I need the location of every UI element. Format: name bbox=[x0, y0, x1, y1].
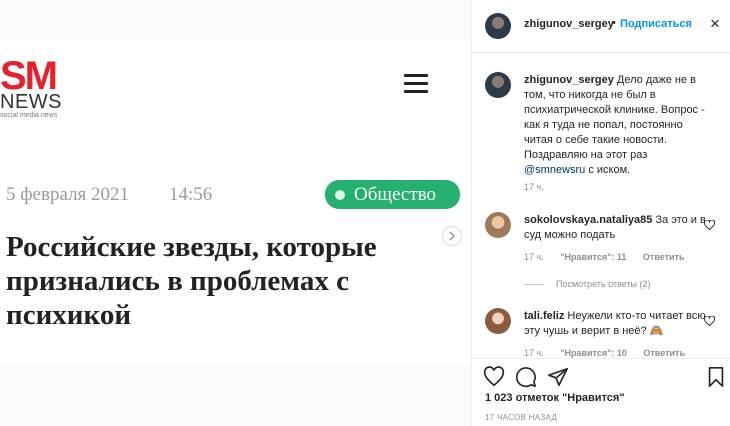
view-replies-label: Посмотреть ответы (2) bbox=[556, 279, 651, 289]
category-badge: Общество bbox=[325, 180, 460, 209]
caption-mention[interactable]: @smnewsru bbox=[524, 164, 585, 176]
post-panel: zhigunov_sergey • Подписаться × zhigunov… bbox=[472, 0, 730, 426]
header-separator: • bbox=[612, 17, 616, 29]
comment-avatar[interactable] bbox=[485, 308, 511, 334]
heart-icon[interactable] bbox=[483, 366, 505, 388]
reply-button[interactable]: Ответить bbox=[643, 348, 685, 358]
category-dot-icon bbox=[335, 189, 345, 200]
author-username[interactable]: zhigunov_sergey bbox=[524, 18, 614, 30]
article-time: 14:56 bbox=[169, 184, 213, 205]
comment-text: tali.feliz Неужели кто-то читает всю эту… bbox=[524, 309, 708, 339]
comment-meta: 17 ч. "Нравится": 11 Ответить bbox=[524, 252, 685, 262]
post-time-ago: 17 ЧАСОВ НАЗАД bbox=[485, 413, 558, 422]
comment-time: 17 ч. bbox=[524, 252, 544, 262]
article-headline: Российские звезды, которые признались в … bbox=[6, 231, 377, 331]
logo-sm-text: SM bbox=[0, 54, 58, 98]
author-avatar[interactable] bbox=[485, 13, 511, 39]
reply-button[interactable]: Ответить bbox=[643, 252, 685, 262]
logo-news-text: NEWS bbox=[0, 91, 62, 113]
comment-icon[interactable] bbox=[515, 366, 537, 388]
caption-avatar[interactable] bbox=[485, 72, 511, 98]
more-options-icon[interactable]: × bbox=[710, 14, 720, 34]
share-icon[interactable] bbox=[547, 366, 569, 388]
image-top-band bbox=[0, 0, 471, 40]
category-label: Общество bbox=[354, 183, 437, 205]
comment-username[interactable]: tali.feliz bbox=[524, 310, 564, 322]
comment-time: 17 ч. bbox=[524, 348, 544, 358]
caption-username[interactable]: zhigunov_sergey bbox=[524, 74, 614, 86]
next-image-button[interactable] bbox=[442, 226, 462, 246]
bookmark-icon[interactable] bbox=[705, 366, 727, 388]
caption-body-end: с иском. bbox=[588, 164, 631, 176]
caption-body: Дело даже не в том, что никогда не был в… bbox=[524, 74, 705, 161]
comment-text: sokolovskaya.nataliya85 За это и в суд м… bbox=[524, 213, 708, 243]
comment-like-icon[interactable] bbox=[704, 316, 715, 326]
post-actions: 1 023 отметок "Нравится" 17 ЧАСОВ НАЗАД bbox=[472, 358, 730, 426]
chevron-right-icon bbox=[449, 231, 456, 241]
post-image: SM NEWS social media news 5 февраля 2021… bbox=[0, 0, 471, 426]
article-date: 5 февраля 2021 bbox=[6, 184, 130, 205]
image-bottom-band bbox=[0, 365, 471, 426]
post-header: zhigunov_sergey • Подписаться × bbox=[472, 0, 730, 53]
view-replies-button[interactable]: Посмотреть ответы (2) bbox=[524, 279, 651, 289]
likes-count[interactable]: 1 023 отметок "Нравится" bbox=[485, 392, 625, 404]
smnews-logo: SM NEWS social media news bbox=[0, 54, 80, 120]
comment-meta: 17 ч. "Нравится": 10 Ответить bbox=[524, 348, 685, 358]
comment-username[interactable]: sokolovskaya.nataliya85 bbox=[524, 214, 652, 226]
caption-time: 17 ч. bbox=[524, 182, 544, 192]
comment-avatar[interactable] bbox=[485, 212, 511, 238]
replies-line bbox=[524, 283, 544, 285]
comment-likes[interactable]: "Нравится": 10 bbox=[560, 348, 627, 358]
logo-subtitle: social media news bbox=[0, 112, 58, 119]
caption-text: zhigunov_sergey Дело даже не в том, что … bbox=[524, 73, 708, 178]
comment-like-icon[interactable] bbox=[704, 220, 715, 230]
follow-button[interactable]: Подписаться bbox=[620, 18, 692, 30]
menu-icon bbox=[404, 74, 428, 93]
comment-likes[interactable]: "Нравится": 11 bbox=[560, 252, 626, 262]
